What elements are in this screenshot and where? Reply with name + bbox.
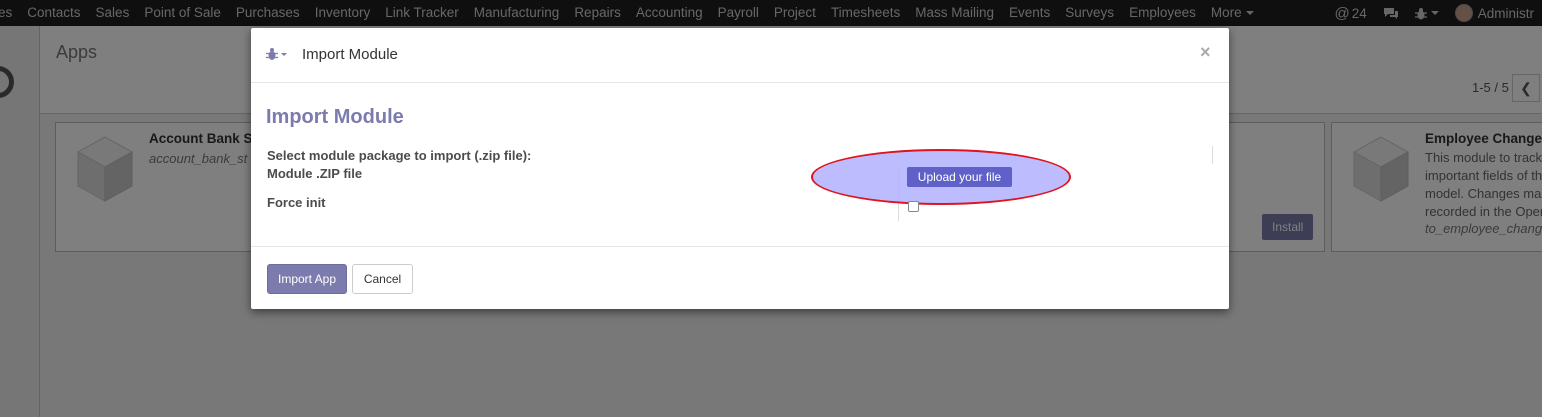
force-init-label: Force init	[267, 195, 326, 210]
modal-footer: Import App Cancel	[251, 246, 1229, 310]
close-icon[interactable]: ×	[1200, 42, 1211, 63]
module-zip-label: Module .ZIP file	[267, 166, 363, 181]
form-title: Import Module	[266, 106, 404, 128]
select-package-label: Select module package to import (.zip fi…	[267, 148, 532, 163]
import-app-button[interactable]: Import App	[267, 264, 347, 294]
import-module-dialog: Import Module × Import Module Select mod…	[251, 28, 1229, 309]
upload-file-button[interactable]: Upload your file	[907, 167, 1012, 187]
force-init-checkbox[interactable]	[908, 201, 919, 212]
modal-header: Import Module ×	[251, 28, 1229, 83]
modal-title: Import Module	[302, 46, 398, 63]
field-divider	[1212, 146, 1213, 164]
cancel-button[interactable]: Cancel	[352, 264, 413, 294]
bug-icon[interactable]	[266, 47, 288, 61]
